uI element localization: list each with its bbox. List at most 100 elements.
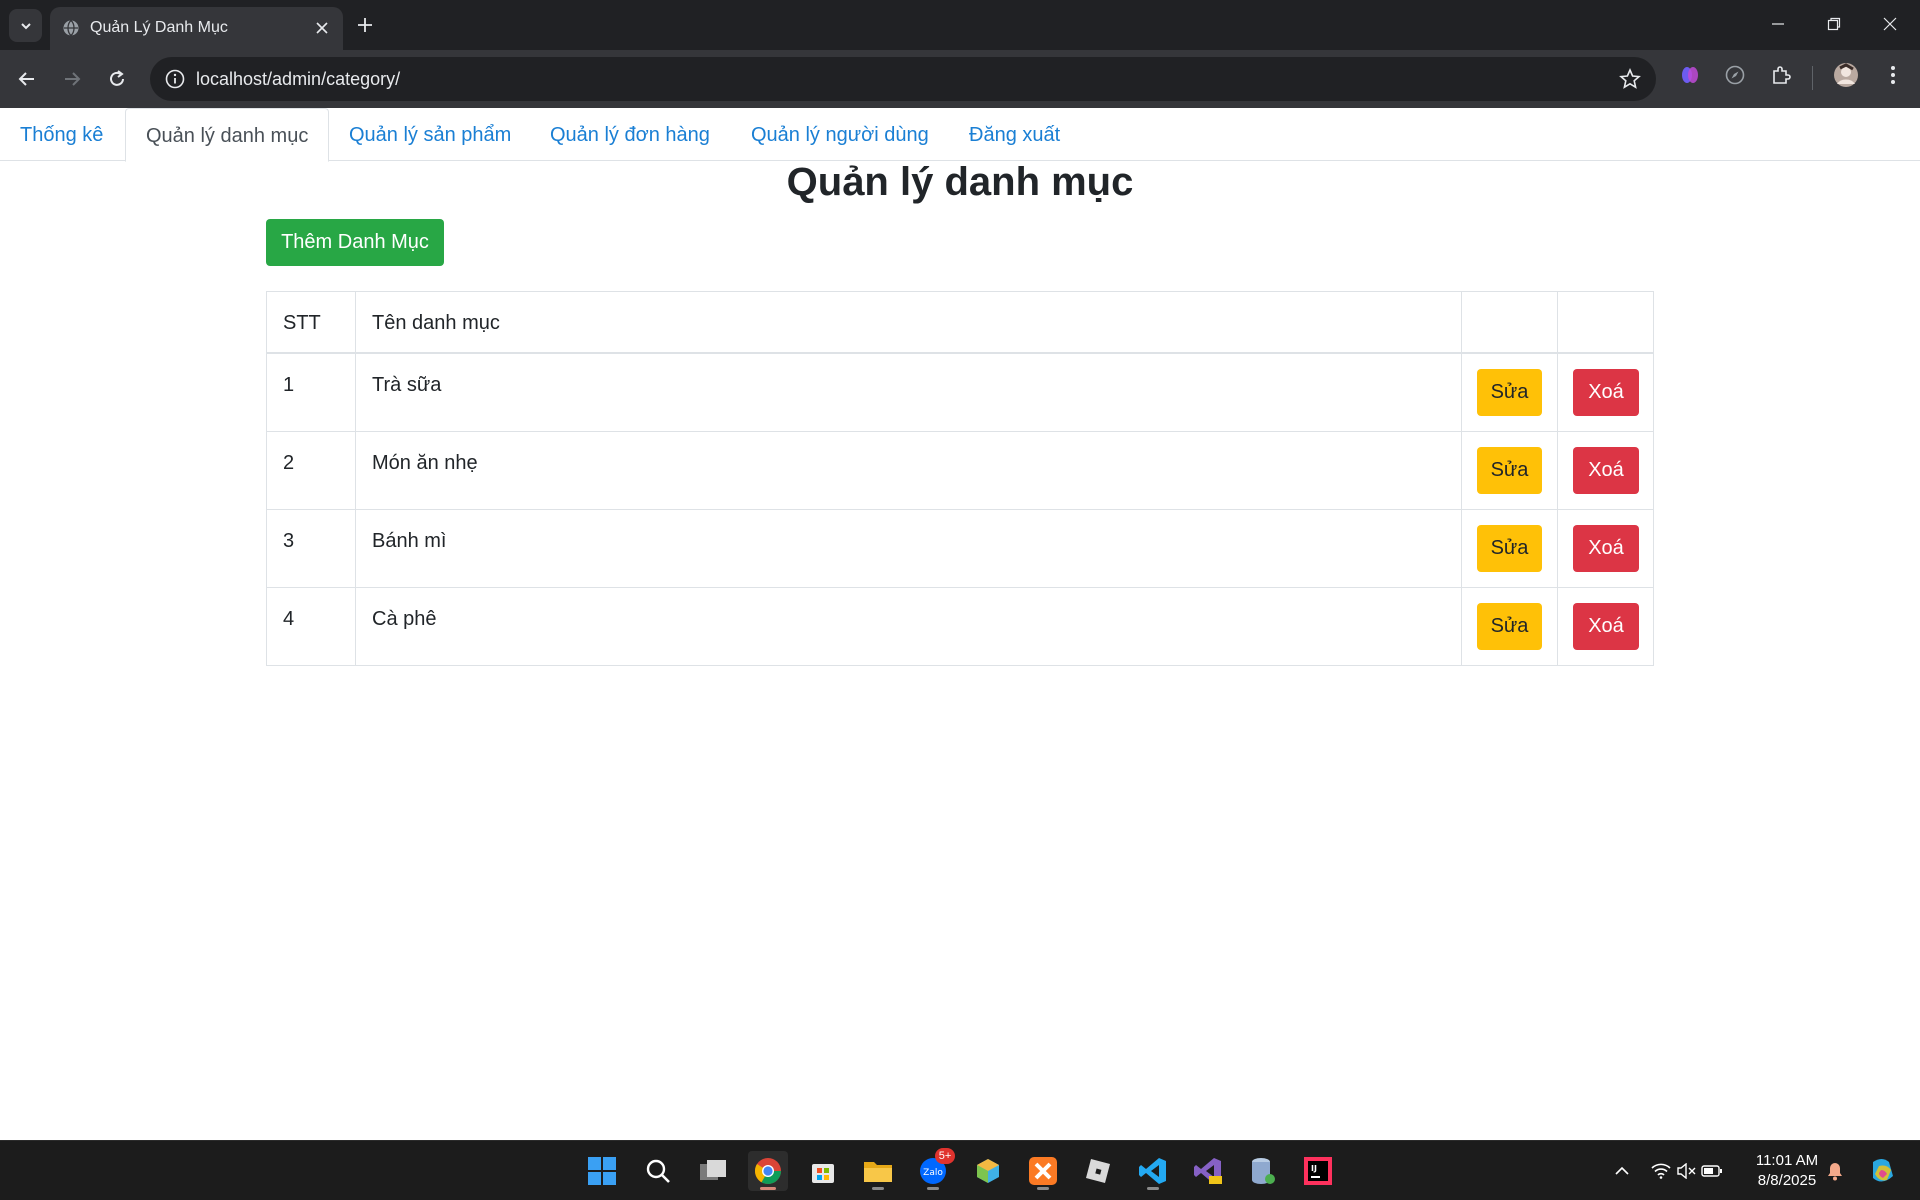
running-indicator	[927, 1187, 939, 1190]
table-cell: Xoá	[1557, 354, 1653, 431]
bookmark-star-icon[interactable]	[1618, 67, 1642, 91]
table-cell: Sửa	[1461, 432, 1557, 509]
table-cell: 1	[267, 354, 355, 431]
table-cell: Trà sữa	[355, 354, 1461, 431]
extensions-puzzle-icon[interactable]	[1768, 62, 1794, 88]
delete-button[interactable]: Xoá	[1573, 603, 1639, 650]
page-content: Thống kê Quản lý danh mục Quản lý sản ph…	[0, 108, 1920, 1140]
tab-quan-ly-danh-muc[interactable]: Quản lý danh mục	[125, 108, 330, 162]
table-cell: 2	[267, 432, 355, 509]
tab-quan-ly-don-hang[interactable]: Quản lý đơn hàng	[530, 108, 730, 161]
table-cell: Sửa	[1461, 510, 1557, 587]
edit-button[interactable]: Sửa	[1477, 603, 1542, 650]
running-indicator	[760, 1187, 776, 1190]
visual-studio-icon[interactable]	[1188, 1151, 1228, 1191]
table-cell: 4	[267, 588, 355, 665]
delete-button[interactable]: Xoá	[1573, 525, 1639, 572]
db-icon[interactable]	[1243, 1151, 1283, 1191]
row-stt: 4	[283, 608, 295, 630]
category-table: STT Tên danh mục 1 Trà sữa Sửa Xoá 2 Món…	[266, 291, 1654, 666]
table-cell: Xoá	[1557, 510, 1653, 587]
add-category-button[interactable]: Thêm Danh Mục	[266, 219, 444, 266]
tab-dang-xuat[interactable]: Đăng xuất	[949, 108, 1080, 161]
table-cell: Sửa	[1461, 588, 1557, 665]
row-stt: 3	[283, 530, 295, 552]
tab-quan-ly-san-pham[interactable]: Quản lý sản phẩm	[329, 108, 531, 161]
table-cell: Xoá	[1557, 432, 1653, 509]
row-category-name: Cà phê	[372, 608, 437, 630]
box-app-icon[interactable]	[968, 1151, 1008, 1191]
task-view-icon[interactable]	[693, 1151, 733, 1191]
toolbar-separator	[1812, 66, 1813, 90]
row-category-name: Trà sữa	[372, 374, 442, 396]
forward-icon[interactable]	[55, 62, 89, 96]
search-icon[interactable]	[638, 1151, 678, 1191]
tab-search-button[interactable]	[9, 9, 42, 42]
copilot-icon[interactable]	[1866, 1155, 1898, 1187]
start-icon[interactable]	[582, 1151, 622, 1191]
notification-badge: 5+	[935, 1148, 955, 1164]
header-cell	[1557, 292, 1653, 352]
browser-tab[interactable]: Quản Lý Danh Mục	[50, 7, 343, 50]
table-row: 4 Cà phê Sửa Xoá	[267, 587, 1653, 665]
table-cell: Bánh mì	[355, 510, 1461, 587]
table-cell: 3	[267, 510, 355, 587]
running-indicator	[872, 1187, 884, 1190]
tab-thong-ke[interactable]: Thống kê	[0, 108, 123, 161]
table-row: 3 Bánh mì Sửa Xoá	[267, 509, 1653, 587]
system-clock[interactable]: 11:01 AM 8/8/2025	[1742, 1151, 1832, 1191]
file-explorer-icon[interactable]	[858, 1151, 898, 1191]
header-cell: Tên danh mục	[355, 292, 1461, 352]
header-cell: STT	[267, 292, 355, 352]
delete-button[interactable]: Xoá	[1573, 447, 1639, 494]
chevron-up-icon[interactable]	[1610, 1159, 1634, 1183]
store-icon[interactable]	[803, 1151, 843, 1191]
new-tab-icon[interactable]	[352, 12, 378, 38]
restore-icon[interactable]	[1806, 0, 1862, 48]
reload-icon[interactable]	[100, 62, 134, 96]
address-bar[interactable]: localhost/admin/category/	[150, 57, 1656, 101]
volume-muted-icon[interactable]	[1674, 1159, 1698, 1183]
minimize-icon[interactable]	[1750, 0, 1806, 48]
notification-bell-icon[interactable]	[1823, 1159, 1847, 1183]
admin-nav-tabs: Thống kê Quản lý danh mục Quản lý sản ph…	[0, 108, 1920, 162]
close-tab-icon[interactable]	[311, 17, 333, 39]
url-text[interactable]: localhost/admin/category/	[196, 69, 400, 90]
site-info-icon[interactable]	[164, 68, 186, 90]
zalo-icon[interactable]: Zalo 5+	[913, 1148, 955, 1191]
row-category-name: Bánh mì	[372, 530, 447, 552]
clock-date: 8/8/2025	[1757, 1172, 1817, 1189]
row-stt: 2	[283, 452, 295, 474]
back-icon[interactable]	[10, 62, 44, 96]
page-title: Quản lý danh mục	[786, 160, 1134, 204]
table-cell: Món ăn nhẹ	[355, 432, 1461, 509]
close-window-icon[interactable]	[1862, 0, 1918, 48]
taskbar: Zalo 5+ IJ 11:01 AM 8/8/2025	[0, 1140, 1920, 1200]
browser-toolbar: localhost/admin/category/	[0, 50, 1920, 108]
compass-extension-icon[interactable]	[1722, 62, 1748, 88]
edit-button[interactable]: Sửa	[1477, 447, 1542, 494]
edit-button[interactable]: Sửa	[1477, 369, 1542, 416]
table-row: 2 Món ăn nhẹ Sửa Xoá	[267, 431, 1653, 509]
header-cell	[1461, 292, 1557, 352]
intellij-icon[interactable]: IJ	[1298, 1151, 1338, 1191]
roblox-icon[interactable]	[1078, 1151, 1118, 1191]
wifi-icon[interactable]	[1649, 1159, 1673, 1183]
profile-avatar[interactable]	[1833, 62, 1859, 88]
running-indicator	[1037, 1187, 1049, 1190]
xampp-icon[interactable]	[1023, 1151, 1063, 1191]
copilot-extension-icon[interactable]	[1677, 62, 1703, 88]
chrome-icon[interactable]	[748, 1151, 788, 1191]
svg-text:Zalo: Zalo	[923, 1168, 943, 1178]
vscode-icon[interactable]	[1133, 1151, 1173, 1191]
browser-menu-icon[interactable]	[1880, 62, 1906, 88]
header-category-name: Tên danh mục	[372, 312, 500, 334]
running-indicator	[1147, 1187, 1159, 1190]
tab-quan-ly-nguoi-dung[interactable]: Quản lý người dùng	[731, 108, 949, 161]
chevron-down-icon	[20, 22, 31, 29]
edit-button[interactable]: Sửa	[1477, 525, 1542, 572]
header-stt: STT	[283, 312, 321, 334]
delete-button[interactable]: Xoá	[1573, 369, 1639, 416]
row-category-name: Món ăn nhẹ	[372, 452, 478, 474]
battery-icon[interactable]	[1700, 1159, 1724, 1183]
